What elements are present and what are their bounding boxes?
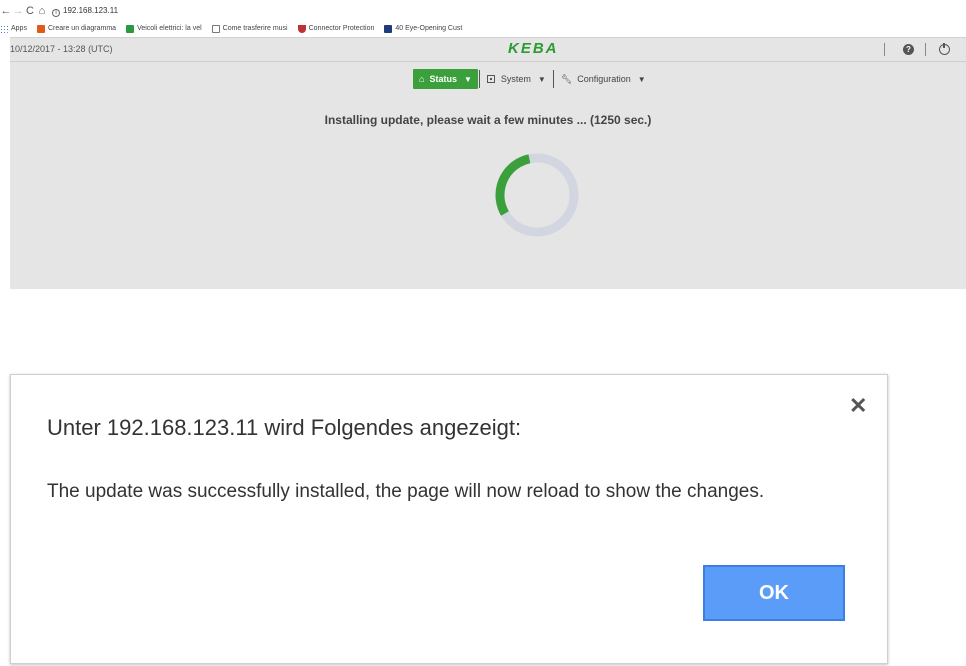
bookmark-item[interactable]: 40 Eye-Opening Cust: [384, 24, 463, 33]
home-icon: ⌂: [419, 74, 425, 84]
bookmark-item[interactable]: Come trasferire musi: [211, 24, 288, 33]
bookmarks-bar: Apps Creare un diagramma Veicoli elettrici…: [0, 22, 966, 35]
bookmark-favicon-icon: [126, 24, 135, 33]
forward-icon[interactable]: →: [12, 5, 24, 17]
power-icon[interactable]: [939, 43, 950, 55]
close-icon[interactable]: ✕: [849, 395, 867, 417]
menu-divider: [552, 70, 554, 88]
dialog-message: The update was successfully installed, t…: [47, 481, 765, 502]
system-icon: [486, 75, 495, 83]
home-icon[interactable]: ⌂: [36, 5, 48, 17]
bookmark-label: Creare un diagramma: [47, 25, 117, 32]
menu-status-label: Status: [429, 74, 457, 84]
datetime-display: 10/12/2017 - 13:28 (UTC): [10, 44, 113, 54]
caret-down-icon: ▼: [537, 74, 546, 84]
keba-logo: KEBA: [508, 40, 559, 57]
reload-icon[interactable]: C: [24, 5, 36, 17]
keba-web-app: 10/12/2017 - 13:28 (UTC) KEBA ? ⌂ Status…: [10, 37, 966, 289]
apps-grid-icon: [0, 24, 8, 33]
caret-down-icon: ▼: [637, 74, 646, 84]
bookmark-label: Veicoli elettrici: la vel: [137, 25, 202, 32]
shield-favicon-icon: [297, 24, 306, 33]
address-bar: ← → C ⌂ i 192.168.123.11: [0, 3, 300, 19]
url-field[interactable]: i 192.168.123.11: [52, 6, 118, 17]
bookmark-item[interactable]: Creare un diagramma: [36, 24, 117, 33]
help-icon[interactable]: ?: [903, 44, 914, 55]
bookmark-label: Come trasferire musi: [222, 25, 288, 32]
facebook-favicon-icon: [384, 24, 393, 33]
spinner-arc: [495, 153, 579, 237]
url-text: 192.168.123.11: [63, 5, 119, 15]
dialog-title: Unter 192.168.123.11 wird Folgendes ange…: [47, 415, 522, 440]
bookmark-label: 40 Eye-Opening Cust: [395, 25, 463, 32]
bookmark-item[interactable]: Veicoli elettrici: la vel: [126, 24, 202, 33]
document-icon: [211, 24, 220, 33]
info-icon[interactable]: i: [52, 8, 60, 17]
bookmark-label: Apps: [11, 25, 27, 32]
bookmark-item[interactable]: Apps: [0, 24, 27, 33]
wrench-icon: 🔧︎: [560, 73, 573, 84]
main-menu: ⌂ Status ▼ System ▼ 🔧︎ Configuration ▼: [413, 69, 652, 89]
menu-configuration-label: Configuration: [577, 74, 631, 84]
menu-status[interactable]: ⌂ Status ▼: [413, 69, 478, 89]
header-divider: [884, 43, 885, 56]
bookmark-item[interactable]: Connector Protection: [297, 24, 375, 33]
bookmark-label: Connector Protection: [308, 25, 375, 32]
menu-divider: [478, 70, 480, 88]
browser-window: ← → C ⌂ i 192.168.123.11 Apps Creare un di…: [0, 0, 966, 290]
back-icon[interactable]: ←: [0, 5, 12, 17]
app-header: 10/12/2017 - 13:28 (UTC) KEBA ?: [10, 38, 966, 62]
menu-system-label: System: [500, 74, 531, 84]
loading-spinner: [495, 153, 579, 237]
office-icon: [36, 24, 45, 33]
menu-system[interactable]: System ▼: [481, 69, 552, 89]
alert-dialog: Unter 192.168.123.11 wird Folgendes ange…: [10, 374, 888, 664]
install-status-message: Installing update, please wait a few min…: [324, 113, 652, 127]
menu-configuration[interactable]: 🔧︎ Configuration ▼: [555, 69, 652, 89]
header-divider: [925, 43, 926, 56]
caret-down-icon: ▼: [463, 74, 472, 84]
ok-button[interactable]: OK: [703, 565, 845, 621]
